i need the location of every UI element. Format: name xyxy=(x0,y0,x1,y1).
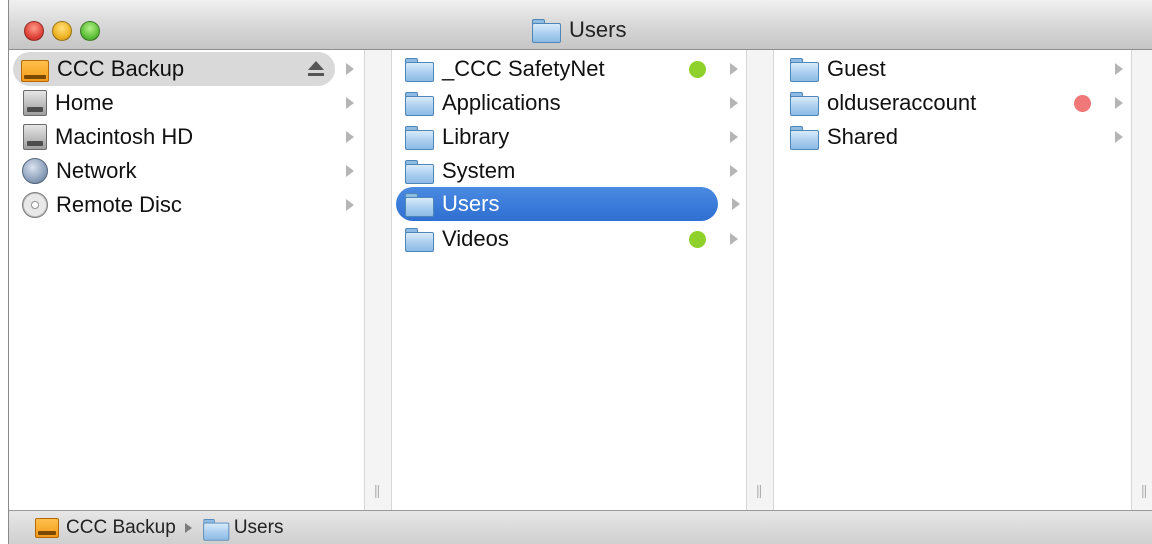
column-browser: CCC Backup Home Macintosh HD Network Rem… xyxy=(9,50,1152,510)
title-bar[interactable]: Users xyxy=(9,0,1152,50)
disclosure-arrow-icon xyxy=(730,97,738,109)
external-drive-icon xyxy=(21,59,49,82)
path-bar: CCC Backup Users xyxy=(9,510,1152,544)
resize-grip-icon: || xyxy=(1141,482,1147,498)
sidebar-item-home[interactable]: Home xyxy=(9,86,364,120)
folder-icon xyxy=(404,227,434,252)
folder-icon xyxy=(202,518,230,541)
window-title-text: Users xyxy=(569,17,627,42)
sidebar-column: CCC Backup Home Macintosh HD Network Rem… xyxy=(9,50,364,510)
folder-icon xyxy=(404,125,434,150)
folder-column: Guest olduseraccount Shared xyxy=(774,50,1131,510)
list-item-label: Guest xyxy=(827,56,886,81)
green-label-dot xyxy=(689,231,706,248)
sidebar-item-network[interactable]: Network xyxy=(9,154,364,188)
sidebar-arrows xyxy=(336,50,364,290)
list-item[interactable]: olduseraccount xyxy=(774,86,1131,120)
disclosure-arrow-icon xyxy=(346,165,354,177)
close-window-button[interactable] xyxy=(24,21,44,41)
column-resize-handle[interactable]: || xyxy=(746,50,774,510)
folder-icon xyxy=(789,91,819,116)
disclosure-arrow-icon xyxy=(732,198,740,210)
path-segment-users[interactable]: Users xyxy=(234,517,284,539)
folder-icon xyxy=(789,125,819,150)
disclosure-arrow-icon xyxy=(1115,63,1123,75)
list-item[interactable]: Shared xyxy=(774,120,1131,154)
disclosure-arrow-icon xyxy=(1115,131,1123,143)
list-item-selected[interactable]: Users xyxy=(396,187,718,221)
red-label-dot xyxy=(1074,95,1091,112)
list-item[interactable]: System xyxy=(392,154,746,188)
sidebar-item-label: Network xyxy=(56,158,137,183)
list-item[interactable]: Videos xyxy=(392,222,746,256)
disclosure-arrow-icon xyxy=(346,63,354,75)
list-item[interactable]: Applications xyxy=(392,86,746,120)
list-item-label: Videos xyxy=(442,226,509,251)
finder-window: Users CCC Backup Home Macintosh HD Netwo… xyxy=(8,0,1152,544)
zoom-window-button[interactable] xyxy=(80,21,100,41)
list-item-label: Shared xyxy=(827,124,898,149)
folder-icon xyxy=(404,192,434,217)
window-title: Users xyxy=(531,16,626,44)
disclosure-arrow-icon xyxy=(346,199,354,211)
network-globe-icon xyxy=(22,158,48,184)
sidebar-item-remote-disc[interactable]: Remote Disc xyxy=(9,188,364,222)
minimize-window-button[interactable] xyxy=(52,21,72,41)
folder-icon xyxy=(404,57,434,82)
remote-disc-icon xyxy=(22,192,48,218)
resize-grip-icon: || xyxy=(756,482,762,498)
column-resize-handle[interactable]: || xyxy=(1131,50,1152,510)
list-item-label: System xyxy=(442,158,516,183)
sidebar-item-ccc-backup[interactable]: CCC Backup xyxy=(13,52,335,86)
list-item-label: Users xyxy=(442,191,500,216)
folder-icon xyxy=(404,91,434,116)
column-resize-handle[interactable]: || xyxy=(364,50,392,510)
folder-icon xyxy=(404,159,434,184)
resize-grip-icon: || xyxy=(374,482,380,498)
sidebar-item-label: Home xyxy=(55,90,114,115)
folder-icon xyxy=(789,57,819,82)
home-drive-icon xyxy=(23,90,47,116)
disclosure-arrow-icon xyxy=(730,63,738,75)
eject-icon[interactable] xyxy=(307,61,325,77)
disclosure-arrow-icon xyxy=(346,131,354,143)
list-item[interactable]: Library xyxy=(392,120,746,154)
hard-drive-icon xyxy=(23,124,47,150)
green-label-dot xyxy=(689,61,706,78)
list-item-label: Applications xyxy=(442,90,561,115)
list-item-label: Library xyxy=(442,124,510,149)
disclosure-arrow-icon xyxy=(730,131,738,143)
sidebar-item-label: Remote Disc xyxy=(56,192,182,217)
disclosure-arrow-icon xyxy=(346,97,354,109)
folder-column: _CCC SafetyNet Applications Library Syst… xyxy=(392,50,746,510)
sidebar-item-label: Macintosh HD xyxy=(55,124,194,149)
disclosure-arrow-icon xyxy=(730,233,738,245)
disclosure-arrow-icon xyxy=(730,165,738,177)
sidebar-item-macintosh-hd[interactable]: Macintosh HD xyxy=(9,120,364,154)
path-segment-ccc-backup[interactable]: CCC Backup xyxy=(66,517,176,539)
list-item[interactable]: _CCC SafetyNet xyxy=(392,52,746,86)
sidebar-item-label: CCC Backup xyxy=(57,56,185,81)
disclosure-arrow-icon xyxy=(1115,97,1123,109)
list-item[interactable]: Guest xyxy=(774,52,1131,86)
path-separator-icon xyxy=(184,522,192,533)
list-item-label: olduseraccount xyxy=(827,90,977,115)
list-item-label: _CCC SafetyNet xyxy=(442,56,605,81)
external-drive-icon xyxy=(35,517,59,538)
folder-icon xyxy=(531,18,561,43)
